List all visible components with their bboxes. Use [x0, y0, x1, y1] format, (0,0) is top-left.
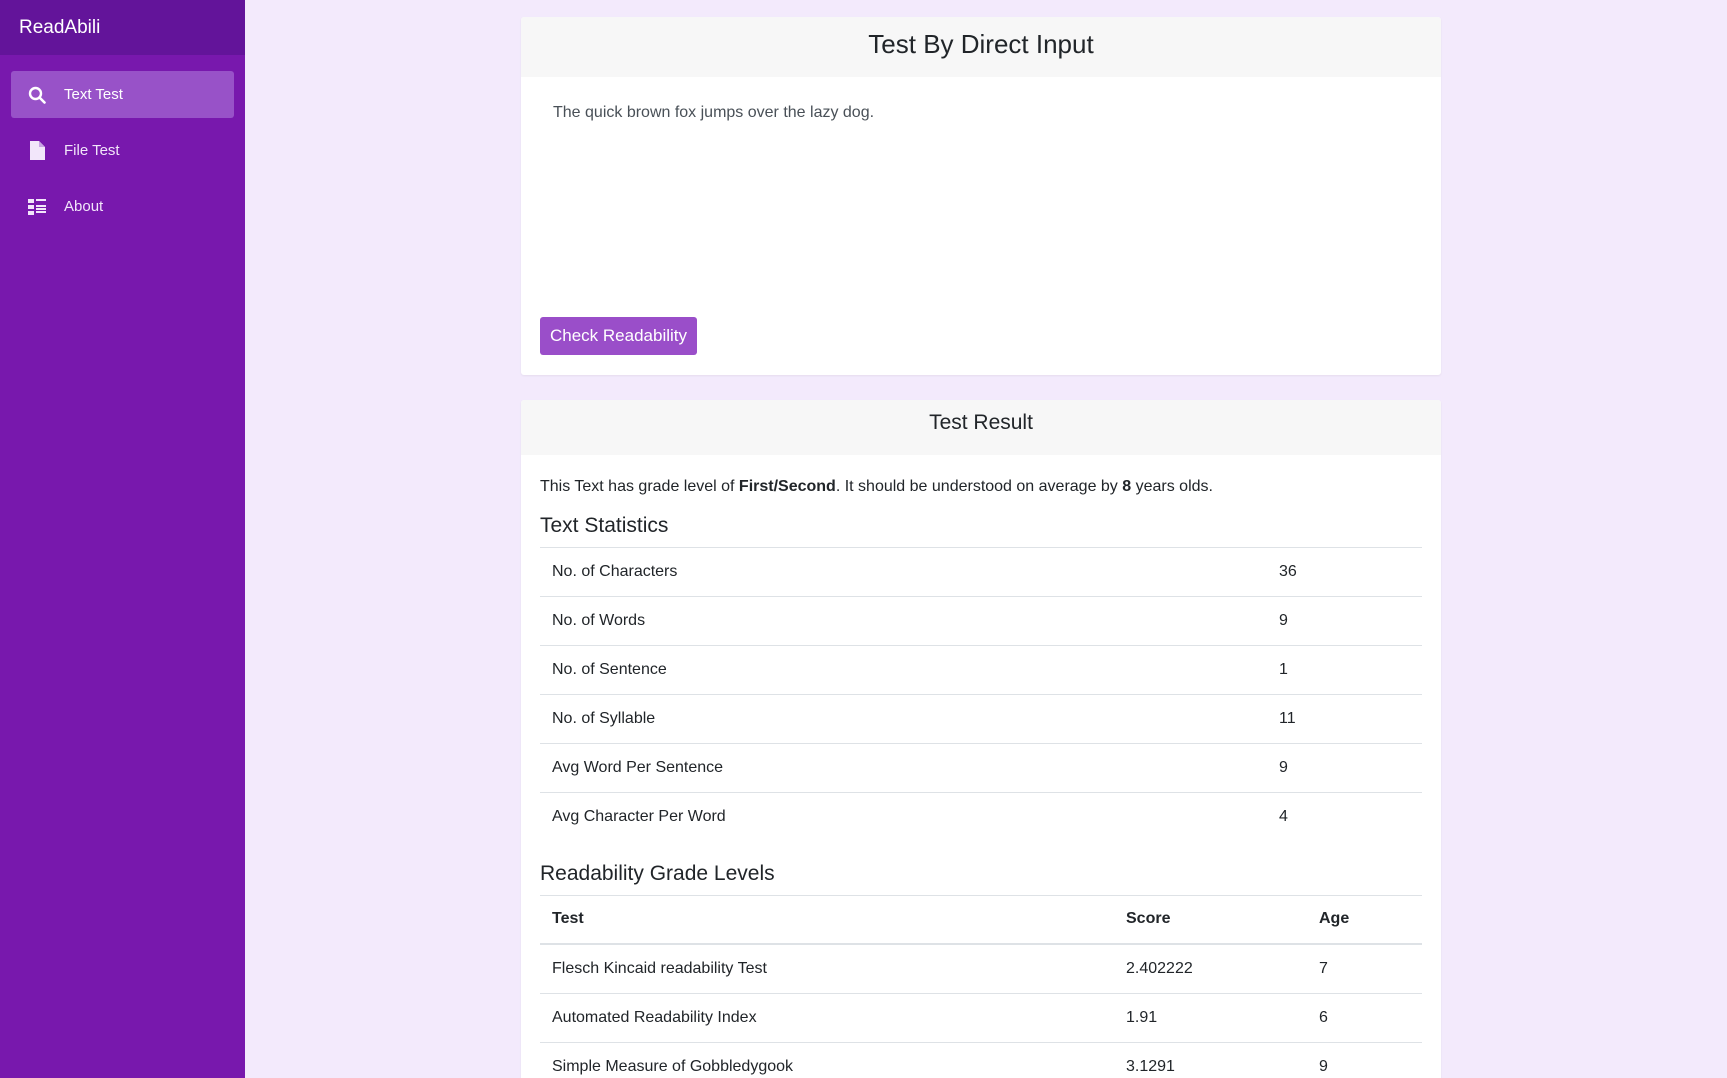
table-header-row: Test Score Age — [540, 894, 1422, 945]
stat-value: 36 — [1267, 547, 1422, 597]
sidebar: ReadAbili Text Test File Test About — [0, 0, 245, 1078]
stat-label: No. of Sentence — [540, 645, 1267, 695]
table-row: Avg Character Per Word 4 — [540, 792, 1422, 842]
grade-levels-table: Test Score Age Flesch Kincaid readabilit… — [540, 894, 1422, 1078]
file-icon — [27, 141, 47, 161]
test-name: Flesch Kincaid readability Test — [540, 943, 1114, 993]
stat-label: Avg Character Per Word — [540, 792, 1267, 842]
main-content: Test By Direct Input The quick brown fox… — [245, 0, 1727, 1078]
sidebar-item-label: File Test — [64, 142, 120, 159]
result-summary: This Text has grade level of First/Secon… — [540, 478, 1213, 495]
table-row: Automated Readability Index 1.91 6 — [540, 992, 1422, 1042]
table-row: No. of Sentence 1 — [540, 645, 1422, 695]
check-readability-button[interactable]: Check Readability — [540, 317, 697, 355]
grade-level: First/Second — [738, 478, 836, 495]
column-header-age: Age — [1307, 894, 1422, 945]
stat-label: Avg Word Per Sentence — [540, 743, 1267, 793]
stat-value: 1 — [1267, 645, 1422, 695]
average-age: 8 — [1122, 478, 1132, 495]
column-header-score: Score — [1114, 894, 1307, 945]
test-name: Automated Readability Index — [540, 992, 1114, 1042]
sidebar-item-file-test[interactable]: File Test — [11, 127, 234, 174]
search-icon — [27, 85, 47, 105]
table-row: No. of Characters 36 — [540, 547, 1422, 597]
table-row: Flesch Kincaid readability Test 2.402222 7 — [540, 943, 1422, 993]
input-card: Test By Direct Input The quick brown fox… — [521, 17, 1441, 375]
text-statistics-heading: Text Statistics — [540, 514, 669, 537]
stat-value: 9 — [1267, 743, 1422, 793]
test-age: 6 — [1307, 992, 1422, 1042]
sidebar-item-label: Text Test — [64, 86, 123, 103]
result-card-title: Test Result — [521, 400, 1441, 455]
table-row: Simple Measure of Gobbledygook 3.1291 9 — [540, 1041, 1422, 1078]
test-name: Simple Measure of Gobbledygook — [540, 1041, 1114, 1078]
text-input[interactable]: The quick brown fox jumps over the lazy … — [540, 77, 1422, 262]
test-score: 1.91 — [1114, 992, 1307, 1042]
stat-label: No. of Characters — [540, 547, 1267, 597]
test-score: 2.402222 — [1114, 943, 1307, 993]
table-row: Avg Word Per Sentence 9 — [540, 743, 1422, 793]
sidebar-item-about[interactable]: About — [11, 183, 234, 230]
grade-levels-heading: Readability Grade Levels — [540, 861, 775, 885]
list-icon — [27, 197, 47, 217]
sidebar-item-label: About — [64, 198, 104, 215]
test-score: 3.1291 — [1114, 1041, 1307, 1078]
stat-label: No. of Syllable — [540, 694, 1267, 744]
stat-value: 11 — [1267, 694, 1422, 744]
stat-value: 4 — [1267, 792, 1422, 842]
text-statistics-table: No. of Characters 36 No. of Words 9 No. of… — [540, 547, 1422, 842]
table-row: No. of Syllable 11 — [540, 694, 1422, 744]
sidebar-nav: Text Test File Test About — [0, 55, 245, 230]
test-age: 7 — [1307, 943, 1422, 993]
result-card: Test Result This Text has grade level of… — [521, 400, 1441, 1078]
brand-title[interactable]: ReadAbili — [0, 0, 245, 55]
sidebar-item-text-test[interactable]: Text Test — [11, 71, 234, 118]
input-card-title: Test By Direct Input — [521, 17, 1441, 77]
stat-value: 9 — [1267, 596, 1422, 646]
table-row: No. of Words 9 — [540, 596, 1422, 646]
test-age: 9 — [1307, 1041, 1422, 1078]
column-header-test: Test — [540, 894, 1114, 945]
stat-label: No. of Words — [540, 596, 1267, 646]
